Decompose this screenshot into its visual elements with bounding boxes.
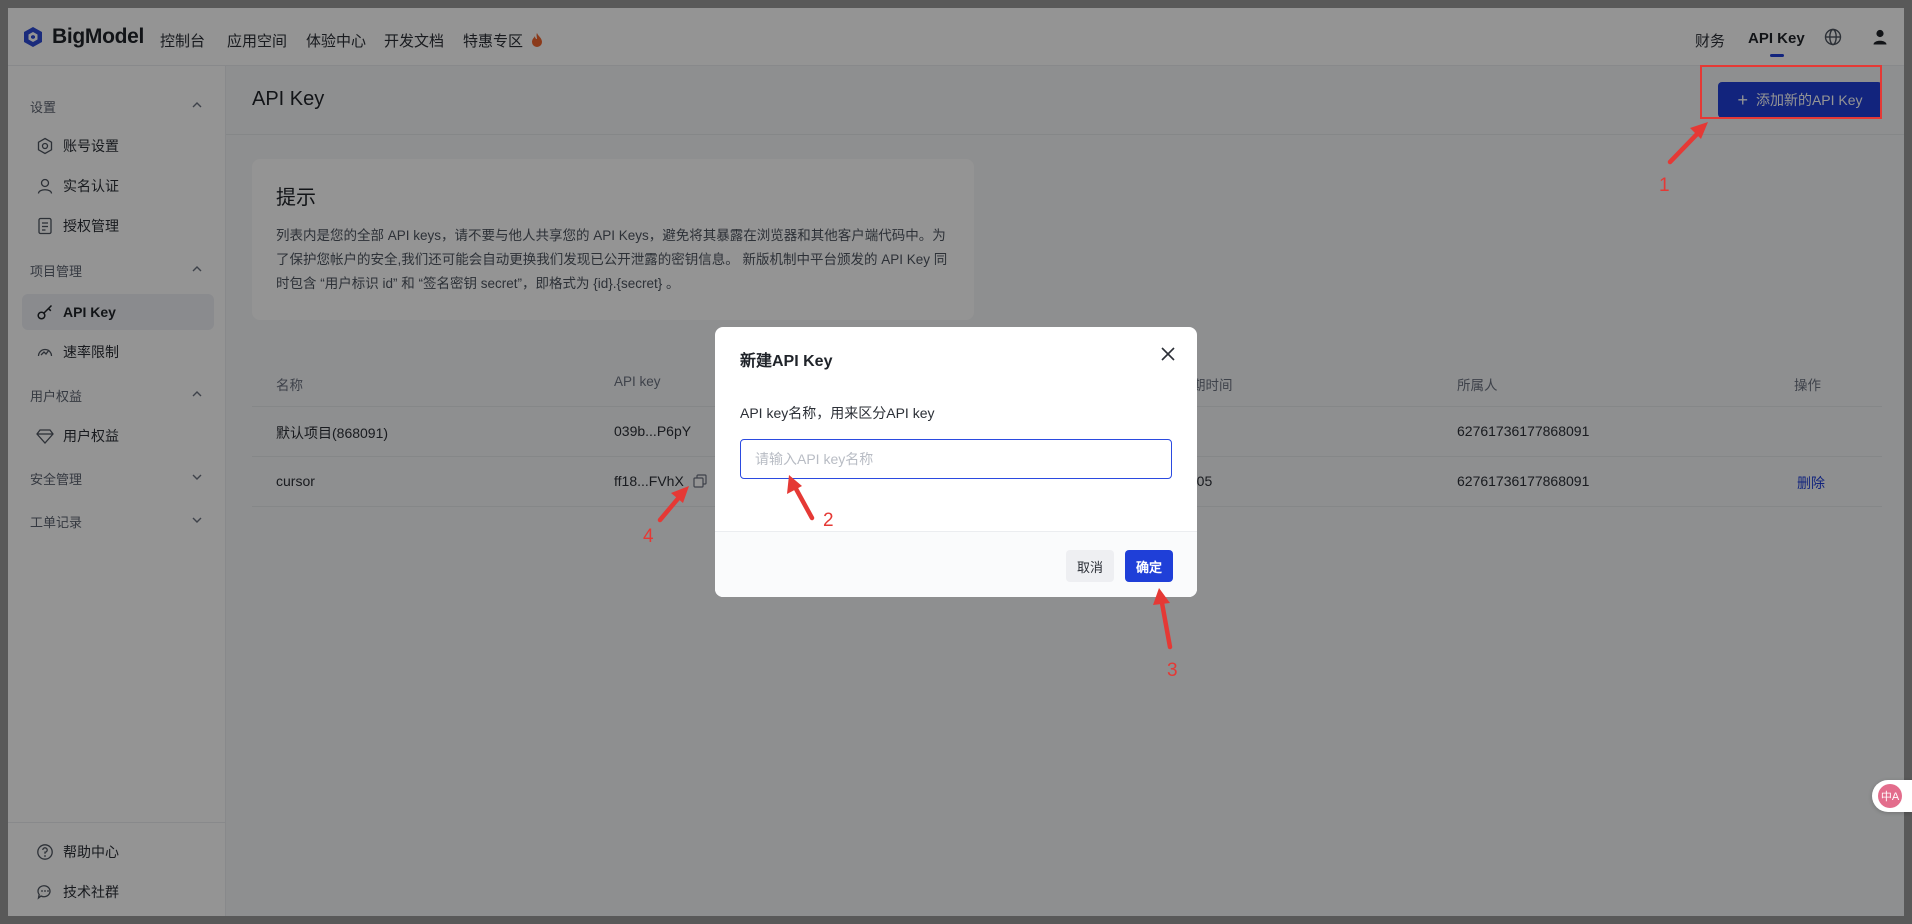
translate-widget[interactable]: 中A: [1872, 780, 1912, 812]
annotation-number: 1: [1659, 175, 1670, 196]
dialog-title: 新建API Key: [740, 353, 833, 370]
confirm-button[interactable]: 确定: [1125, 550, 1173, 582]
api-key-name-label: API key名称，用来区分API key: [740, 405, 935, 421]
translate-icon: 中A: [1878, 784, 1902, 808]
highlight-box: [1700, 65, 1882, 119]
create-api-key-dialog: 新建API Key API key名称，用来区分API key 取消 确定: [715, 327, 1197, 597]
annotation-number: 3: [1167, 660, 1178, 681]
dialog-footer: 取消 确定: [715, 531, 1197, 597]
cancel-button[interactable]: 取消: [1066, 550, 1114, 582]
close-icon[interactable]: [1159, 345, 1177, 363]
api-key-name-input[interactable]: [740, 439, 1172, 479]
annotation-number: 2: [823, 510, 834, 531]
annotation-number: 4: [643, 526, 654, 547]
